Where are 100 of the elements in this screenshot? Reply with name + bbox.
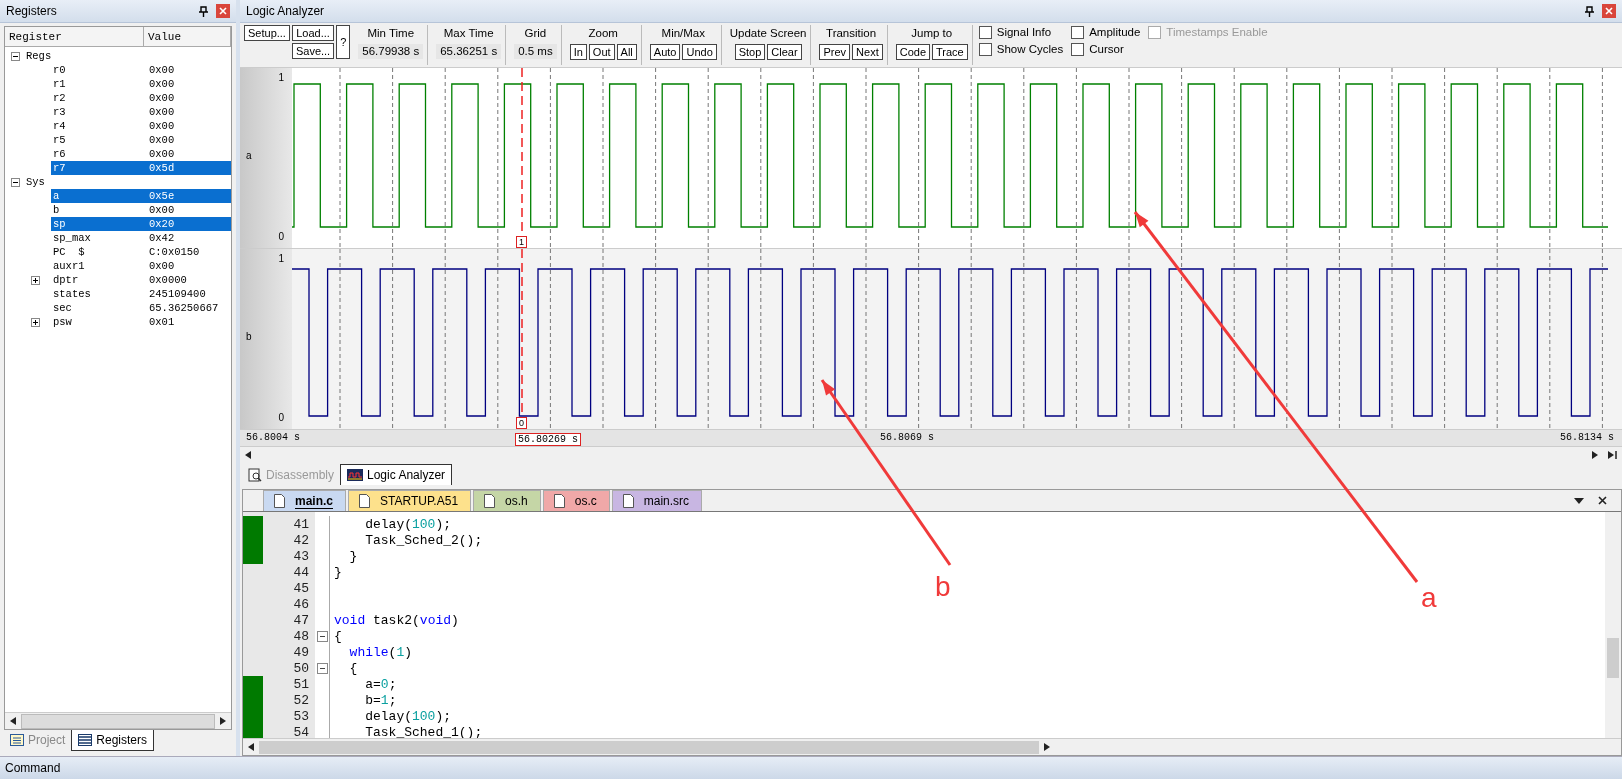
line-number: 51 — [292, 676, 310, 692]
register-row[interactable]: sp 0x20 — [51, 217, 231, 231]
register-row[interactable]: r0 0x00 — [51, 63, 231, 77]
register-row[interactable]: PC $ C:0x0150 — [51, 245, 231, 259]
save-button[interactable]: Save... — [291, 43, 335, 59]
register-row[interactable]: r5 0x00 — [51, 133, 231, 147]
signal-label-panel[interactable]: 1 b 0 — [240, 249, 292, 429]
document-icon — [274, 494, 285, 508]
register-row[interactable]: dptr 0x0000 — [51, 273, 231, 287]
register-row[interactable]: sp_max 0x42 — [51, 231, 231, 245]
horizontal-scrollbar[interactable] — [5, 712, 231, 729]
pin-icon[interactable] — [1585, 5, 1594, 17]
expand-toggle-icon[interactable] — [11, 51, 20, 61]
readout-field: 65.36251 s — [436, 44, 502, 59]
toolbar-button[interactable]: All — [616, 44, 637, 60]
checkbox[interactable]: Amplitude — [1071, 25, 1141, 39]
register-row[interactable]: r4 0x00 — [51, 119, 231, 133]
column-header[interactable]: Value — [144, 27, 231, 46]
axis-label: 1 — [278, 72, 284, 83]
code-line: delay(100); — [364, 516, 452, 532]
toolbar-button[interactable]: Prev — [819, 44, 851, 60]
field-label: Min Time — [367, 26, 415, 41]
expand-toggle-icon[interactable] — [31, 317, 40, 327]
line-number: 41 — [292, 516, 310, 532]
file-tab[interactable]: os.c — [542, 490, 610, 511]
register-row[interactable]: auxr1 0x00 — [51, 259, 231, 273]
tree-group-label[interactable]: Regs — [26, 50, 52, 62]
fold-toggle-icon[interactable] — [316, 630, 328, 642]
toolbar-button[interactable]: Code — [895, 44, 930, 60]
toolbar-button[interactable]: Stop — [734, 44, 766, 60]
document-icon — [553, 494, 565, 508]
register-row[interactable]: r2 0x00 — [51, 91, 231, 105]
register-table-icon — [78, 734, 93, 746]
dropdown-icon[interactable] — [1574, 497, 1584, 504]
field-label: Max Time — [443, 26, 494, 41]
vertical-scrollbar[interactable] — [1605, 512, 1621, 738]
tree-group-label[interactable]: Sys — [26, 176, 45, 188]
column-header[interactable]: Register — [5, 27, 144, 46]
scroll-right-icon[interactable] — [1592, 451, 1598, 459]
code-line: { — [348, 660, 358, 676]
close-icon[interactable] — [1598, 496, 1607, 505]
group-label: Update Screen — [729, 26, 807, 41]
register-row[interactable]: r6 0x00 — [51, 147, 231, 161]
toolbar-button[interactable]: Undo — [682, 44, 717, 60]
expand-toggle-icon[interactable] — [31, 275, 40, 285]
register-row[interactable]: a 0x5e — [51, 189, 231, 203]
scroll-left-icon[interactable] — [245, 451, 251, 459]
panel-title: Registers — [6, 4, 58, 18]
scroll-left-icon[interactable] — [248, 743, 254, 751]
register-row[interactable]: b 0x00 — [51, 203, 231, 217]
toolbar-button[interactable]: In — [569, 44, 587, 60]
expand-toggle-icon[interactable] — [11, 177, 20, 187]
register-row[interactable]: r3 0x00 — [51, 105, 231, 119]
file-tab[interactable]: main.src — [611, 490, 703, 511]
line-number: 49 — [292, 644, 310, 660]
line-number: 46 — [292, 596, 310, 612]
panel-tab[interactable]: Registers — [71, 730, 155, 751]
axis-label: 0 — [278, 231, 284, 242]
scroll-right-icon[interactable] — [1044, 743, 1050, 751]
document-icon — [622, 494, 634, 508]
register-row[interactable]: r1 0x00 — [51, 77, 231, 91]
scroll-left-icon[interactable] — [10, 717, 16, 725]
checkbox[interactable]: Cursor — [1071, 42, 1141, 56]
time-label: 56.8134 s — [1560, 432, 1614, 443]
toolbar-button[interactable]: Clear — [767, 44, 802, 60]
line-number: 45 — [292, 580, 310, 596]
scroll-to-end-icon[interactable] — [1608, 451, 1617, 459]
file-tab[interactable]: STARTUP.A51 — [348, 490, 472, 511]
group-label: Jump to — [911, 26, 953, 41]
register-row[interactable]: r7 0x5d — [51, 161, 231, 175]
toolbar-button[interactable]: Auto — [649, 44, 681, 60]
code-line: { — [334, 628, 342, 644]
group-label: Min/Max — [661, 26, 705, 41]
annotation-label: b — [935, 572, 951, 602]
code-line: a=0; — [364, 676, 397, 692]
panel-title: Command — [5, 761, 61, 775]
fold-toggle-icon[interactable] — [316, 662, 328, 674]
checkbox[interactable]: Show Cycles — [978, 42, 1064, 56]
cursor-marker: 1 — [516, 236, 527, 248]
help-button[interactable]: ? — [336, 25, 351, 59]
scroll-right-icon[interactable] — [220, 717, 226, 725]
register-row[interactable]: states 245109400 — [51, 287, 231, 301]
code-line: while(1) — [348, 644, 413, 660]
toolbar-button[interactable]: Out — [588, 44, 615, 60]
group-label: Transition — [826, 26, 877, 41]
register-row[interactable]: psw 0x01 — [51, 315, 231, 329]
toolbar-button[interactable]: Trace — [932, 44, 968, 60]
code-line: Task_Sched_1(); — [364, 724, 483, 738]
file-tab[interactable]: os.h — [473, 490, 541, 511]
checkbox[interactable]: Signal Info — [978, 25, 1064, 39]
pin-icon[interactable] — [199, 5, 208, 17]
register-row[interactable]: sec 65.36250667 — [51, 301, 231, 315]
axis-label: 1 — [278, 253, 284, 264]
load-button[interactable]: Load... — [291, 25, 335, 41]
view-tab[interactable]: Logic Analyzer — [340, 464, 453, 485]
setup-button[interactable]: Setup... — [244, 25, 290, 41]
horizontal-scrollbar[interactable] — [243, 738, 1621, 755]
file-tab[interactable]: main.c — [263, 490, 346, 511]
axis-label: 0 — [278, 412, 284, 423]
toolbar-button[interactable]: Next — [852, 44, 883, 60]
